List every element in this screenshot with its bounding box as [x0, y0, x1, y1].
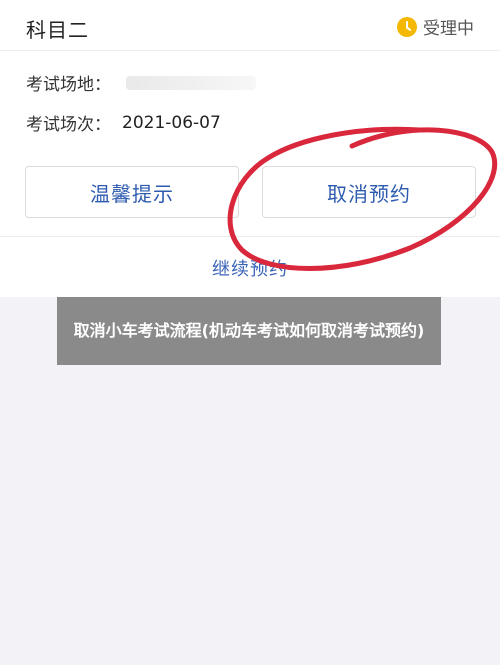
- exam-session-label: 考试场次：: [26, 115, 111, 135]
- exam-session-row: 考试场次： 2021-06-07: [26, 110, 221, 136]
- subject-title: 科目二: [26, 18, 89, 42]
- cancel-booking-button[interactable]: 取消预约: [262, 166, 476, 218]
- continue-booking-link[interactable]: 继续预约: [0, 255, 500, 281]
- exam-venue-redacted: [126, 75, 256, 90]
- divider: [0, 236, 500, 237]
- exam-card: 科目二 受理中 考试场地： 考试场次： 2021-06-07 温馨提示 取消预约…: [0, 0, 500, 297]
- exam-venue-label: 考试场地：: [26, 75, 111, 95]
- divider: [0, 50, 500, 51]
- exam-venue-row: 考试场地：: [26, 70, 256, 95]
- status-badge: 受理中: [397, 14, 474, 39]
- caption-banner: 取消小车考试流程(机动车考试如何取消考试预约): [57, 297, 441, 365]
- reminder-button[interactable]: 温馨提示: [25, 166, 239, 218]
- clock-icon: [397, 16, 417, 37]
- exam-session-value: 2021-06-07: [122, 112, 221, 133]
- status-label: 受理中: [423, 19, 474, 39]
